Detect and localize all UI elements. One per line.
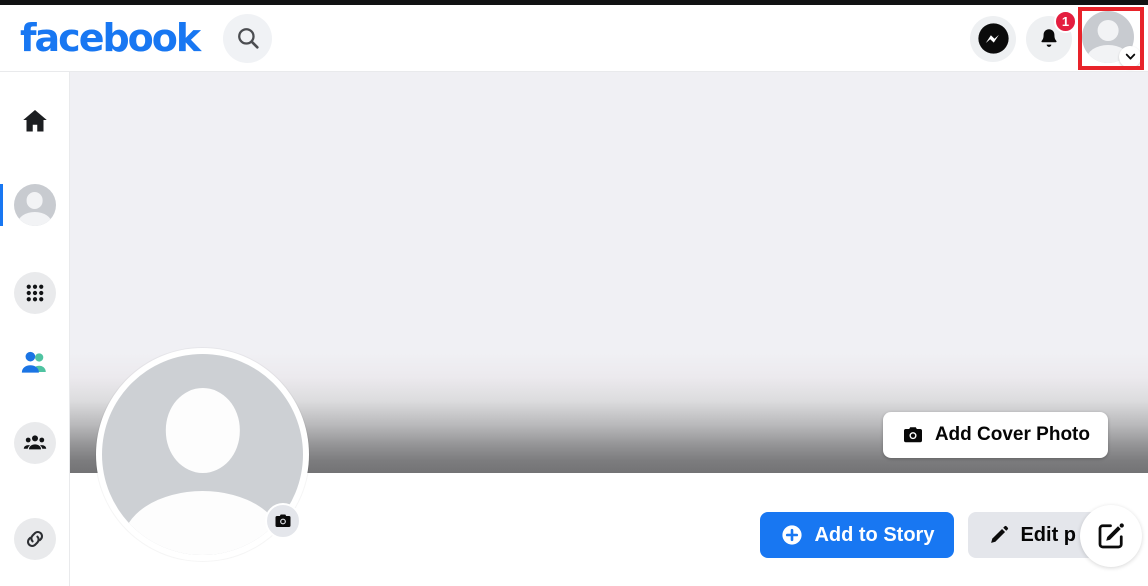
link-icon [26,530,43,548]
groups-icon [23,435,46,450]
floating-edit-button[interactable] [1080,505,1142,567]
left-sidebar [0,72,70,586]
notifications-button[interactable]: 1 [1026,9,1077,62]
notification-badge: 1 [1054,9,1077,33]
add-cover-photo-button[interactable]: Add Cover Photo [882,412,1108,458]
add-to-story-button[interactable]: Add to Story [760,512,955,558]
avatar-head [165,388,240,473]
avatar-head [26,191,43,209]
chevron-down-icon [1125,53,1135,60]
messenger-icon [977,23,1009,54]
search-icon [237,28,259,49]
plus-circle-icon [782,525,803,545]
facebook-logo[interactable]: facebook [20,19,201,57]
grid-menu-button [13,272,56,314]
links-button [13,518,56,560]
messenger-button[interactable] [970,15,1016,62]
avatar-head [1097,20,1119,42]
sidebar-item-profile[interactable] [0,170,70,240]
groups-button [13,422,56,464]
compose-edit-icon [1098,523,1124,549]
sidebar-item-friends[interactable] [0,328,70,398]
site-header: facebook 1 [0,5,1148,72]
edit-profile-label: Edit p [1020,523,1076,546]
account-chevron[interactable] [1119,45,1141,68]
profile-avatar-icon [13,184,56,226]
header-actions: 1 [970,5,1142,72]
camera-icon [903,427,922,443]
avatar-body [17,212,52,226]
home-icon [22,110,47,132]
camera-icon [275,514,291,527]
profile-action-buttons: Add to Story Edit p [760,512,1134,558]
account-menu-button[interactable] [1082,10,1141,68]
sidebar-item-groups[interactable] [0,408,70,478]
search-button[interactable] [223,13,273,63]
grid-menu-icon [26,284,43,302]
edit-profile-photo-button[interactable] [265,503,301,539]
sidebar-item-links[interactable] [0,504,70,574]
sidebar-item-home[interactable] [0,86,70,156]
friends-icon [21,351,46,373]
pencil-icon [991,525,1009,543]
add-to-story-label: Add to Story [814,523,935,546]
add-cover-photo-label: Add Cover Photo [934,424,1090,445]
sidebar-item-menu[interactable] [0,258,70,328]
avatar-body [122,490,283,555]
facebook-profile-page: facebook 1 Add Cover Photo Add to Story … [0,0,1148,586]
profile-photo[interactable] [96,348,309,561]
